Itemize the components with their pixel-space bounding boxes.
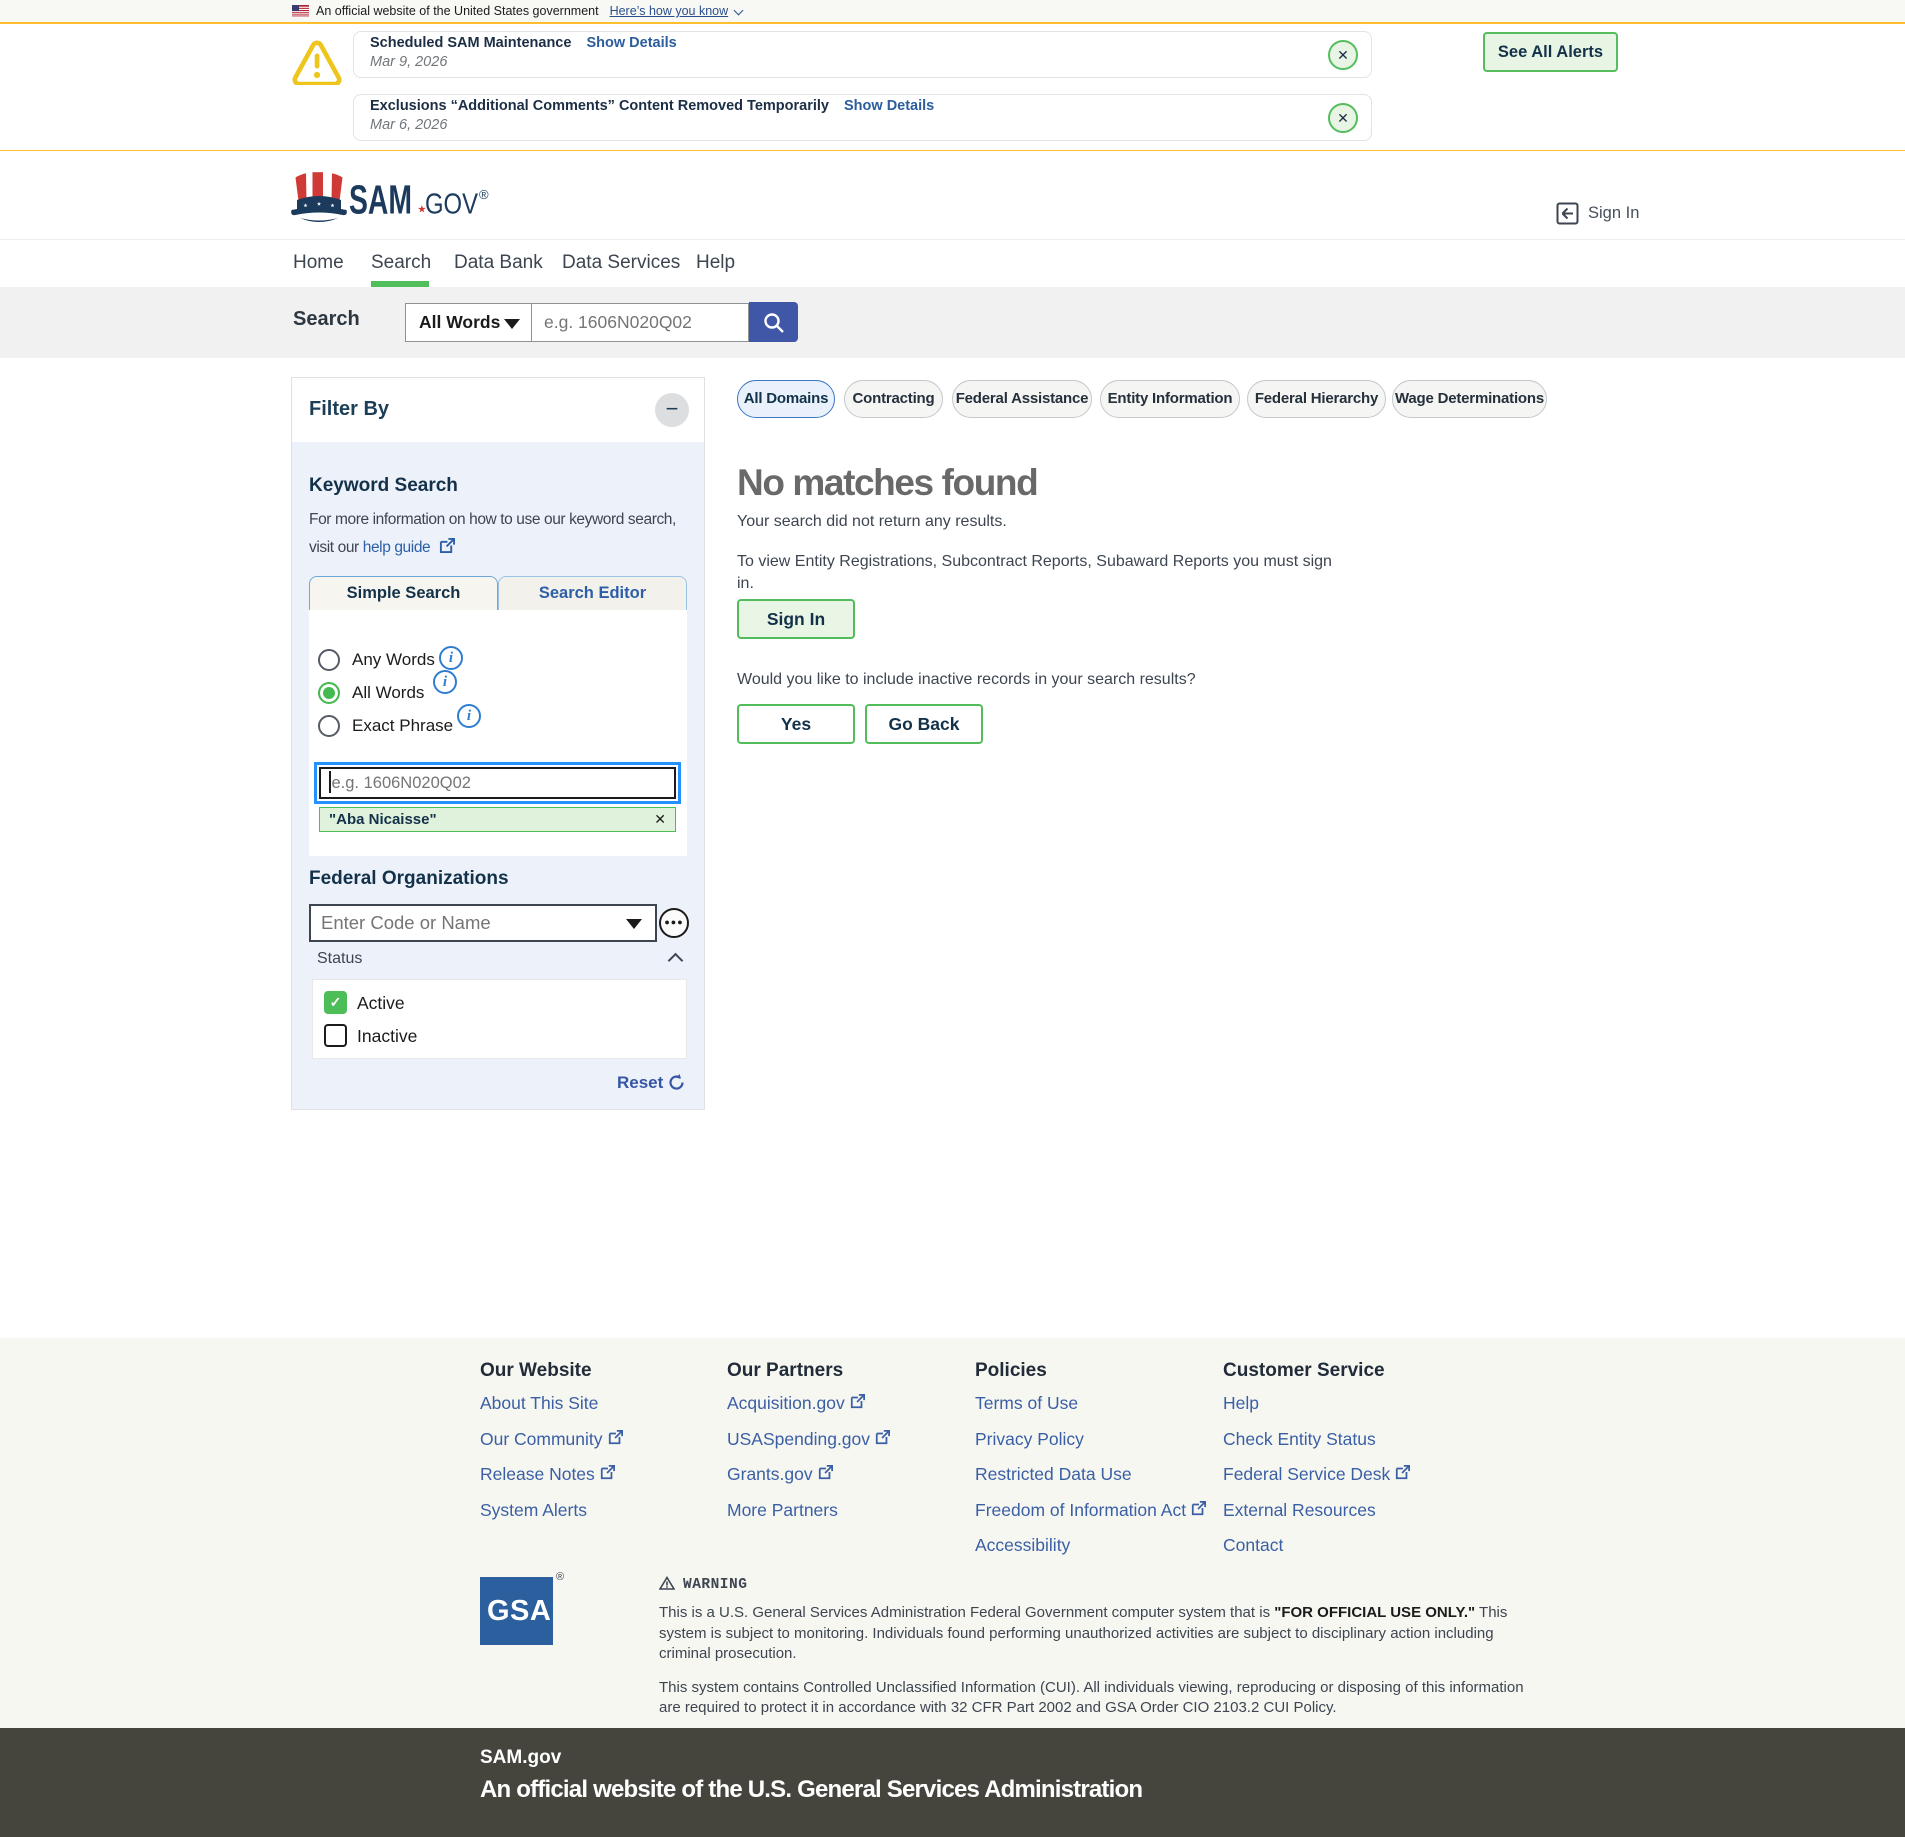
svg-text:®: ® — [479, 187, 489, 202]
svg-text:GOV: GOV — [425, 189, 479, 221]
svg-text:SAM: SAM — [349, 177, 412, 223]
